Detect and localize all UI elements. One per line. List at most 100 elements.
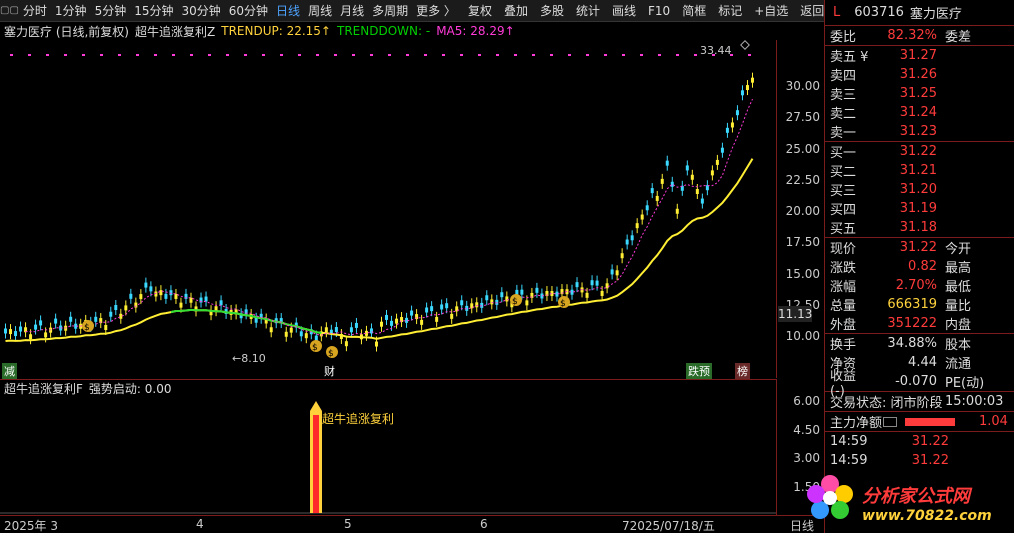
sub-indicator-name[interactable]: 超牛追涨复利F — [4, 380, 83, 397]
period-tab-3[interactable]: 15分钟 — [130, 0, 177, 22]
trendup-line — [5, 158, 754, 342]
stat2-row: 换手 34.88% 股本 — [825, 334, 1014, 353]
list-icon[interactable] — [883, 416, 897, 427]
period-tab-5[interactable]: 60分钟 — [225, 0, 272, 22]
top-dot — [514, 54, 517, 56]
top-dot — [154, 54, 157, 56]
high-annotation: 33.44 — [700, 44, 732, 57]
bid-value: 31.20 — [899, 182, 937, 197]
price-tick: 27.50 — [785, 110, 820, 125]
window-icon-2[interactable]: ▢ — [9, 5, 18, 16]
candle-body — [490, 299, 494, 305]
money-bag-glyph: $ — [512, 297, 518, 307]
left-tag[interactable]: 减 — [2, 363, 17, 379]
candle-body — [304, 333, 308, 339]
top-dot — [658, 54, 661, 56]
period-tab-6[interactable]: 日线 — [272, 0, 304, 22]
stat-value: 0.82 — [908, 259, 937, 274]
stat-value: 351222 — [887, 316, 937, 331]
period-tab-8[interactable]: 月线 — [336, 0, 368, 22]
ask-row: 卖一 31.23 — [825, 122, 1014, 141]
bid-value: 31.19 — [899, 201, 937, 216]
bid-label: 买三 — [830, 184, 857, 199]
top-dot — [316, 54, 319, 56]
candle-body — [144, 282, 148, 288]
tick-value: 31.22 — [911, 453, 949, 468]
period-tab-7[interactable]: 周线 — [304, 0, 336, 22]
top-dot — [478, 54, 481, 56]
tool-button-0[interactable]: 复权 — [464, 0, 496, 22]
top-dot — [334, 54, 337, 56]
main-net-value: 1.04 — [979, 414, 1008, 429]
candle-body — [715, 159, 719, 165]
candle-body — [425, 307, 429, 313]
tool-button-8[interactable]: +自选 — [750, 0, 792, 22]
window-icon-1[interactable]: ▢ — [0, 5, 9, 16]
money-bag-glyph: $ — [84, 323, 90, 333]
ask-label: 卖三 — [830, 88, 857, 103]
bid-row: 买二 31.21 — [825, 161, 1014, 180]
trendup-value: TRENDUP: 22.15↑ — [221, 24, 331, 38]
kline-chart[interactable]: $ $ $ $ $ — [0, 40, 776, 378]
price-tick: 17.50 — [785, 235, 820, 250]
tool-button-2[interactable]: 多股 — [536, 0, 568, 22]
period-tab-9[interactable]: 多周期 — [368, 0, 412, 22]
trade-time: 15:00:03 — [945, 394, 1004, 409]
tick-label: 14:59 — [830, 434, 868, 449]
bang-tag[interactable]: 榜 — [735, 363, 750, 379]
stat-value: 2.70% — [895, 278, 937, 293]
candle-body — [54, 318, 58, 324]
top-dot — [532, 54, 535, 56]
tool-button-1[interactable]: 叠加 — [500, 0, 532, 22]
stat2-value: 34.88% — [887, 336, 937, 351]
candle-body — [475, 302, 479, 308]
ask-row: 卖三 31.25 — [825, 84, 1014, 103]
signal-bar-inner — [313, 415, 319, 513]
period-tab-10[interactable]: 更多 〉 — [412, 0, 460, 22]
weibi-label: 委比 — [830, 30, 857, 45]
candle-body — [690, 174, 694, 180]
ask-value: 31.25 — [899, 86, 937, 101]
tool-button-4[interactable]: 画线 — [608, 0, 640, 22]
candle-body — [69, 316, 73, 322]
ask-label: 卖五 ¥ — [830, 50, 869, 65]
chart-header: 塞力医疗 (日线,前复权) 超牛追涨复利Z TRENDUP: 22.15↑ TR… — [0, 22, 824, 40]
period-tab-1[interactable]: 1分钟 — [51, 0, 91, 22]
candle-body — [740, 90, 744, 96]
period-tab-4[interactable]: 30分钟 — [177, 0, 224, 22]
candle-body — [660, 178, 664, 184]
top-dot — [28, 54, 31, 56]
weicha-label: 委差 — [945, 30, 972, 45]
bid-row: 买三 31.20 — [825, 180, 1014, 199]
main-net-label: 主力净额 — [830, 416, 883, 431]
period-tab-2[interactable]: 5分钟 — [91, 0, 131, 22]
bid-row: 买四 31.19 — [825, 199, 1014, 218]
candle-body — [354, 322, 358, 328]
candle-body — [174, 293, 178, 299]
diefei-tag[interactable]: 跌预 — [686, 363, 712, 379]
candle-body — [149, 286, 153, 292]
tool-button-3[interactable]: 统计 — [572, 0, 604, 22]
candle-body — [129, 293, 133, 299]
candle-body — [119, 313, 123, 319]
tool-button-5[interactable]: F10 — [644, 0, 674, 22]
candle-body — [665, 160, 669, 166]
price-tick: 22.50 — [785, 172, 820, 187]
period-tab-0[interactable]: 分时 — [19, 0, 51, 22]
top-dot — [676, 54, 679, 56]
date-axis: 2025年 3 4 5 6 72025/07/18/五 日线 — [0, 515, 824, 533]
stat2-label2: 股本 — [945, 338, 972, 353]
candle-body — [700, 198, 704, 204]
tool-button-7[interactable]: 标记 — [714, 0, 746, 22]
stat-label2: 最高 — [945, 261, 972, 276]
stat2-value: -0.070 — [895, 374, 937, 389]
stat2-label2: 流通 — [945, 357, 972, 372]
tool-button-6[interactable]: 简框 — [678, 0, 710, 22]
candle-body — [675, 208, 679, 214]
candle-body — [640, 214, 644, 220]
candle-body — [380, 321, 383, 327]
candle-body — [625, 239, 629, 245]
indicator-name[interactable]: 超牛追涨复利Z — [135, 23, 215, 40]
cai-tag[interactable]: 财 — [322, 363, 337, 379]
date-tick: 72025/07/18/五 — [622, 519, 715, 533]
